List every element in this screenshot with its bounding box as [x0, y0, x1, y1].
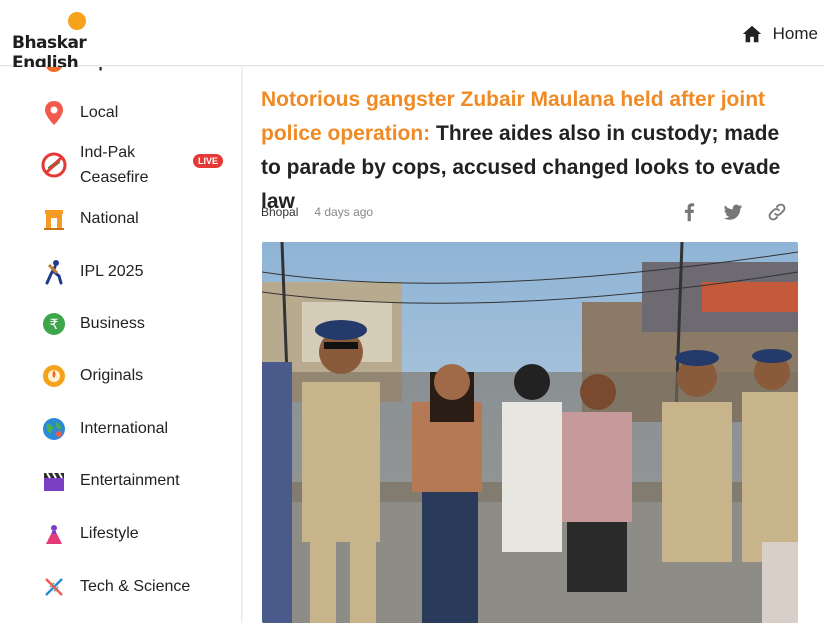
- sidebar-item-label: Tech & Science: [80, 578, 191, 595]
- brand-logo[interactable]: Bhaskar English: [12, 12, 152, 73]
- twitter-icon[interactable]: [722, 201, 744, 223]
- share-bar: [678, 201, 788, 223]
- sidebar-item-business[interactable]: ₹ Business: [40, 310, 230, 338]
- rupee-icon: ₹: [40, 310, 68, 338]
- arrest-photo: [262, 242, 798, 623]
- sidebar-item-label: International: [80, 420, 169, 437]
- sidebar-item-top-news[interactable]: Top News: [40, 67, 230, 77]
- svg-text:₹: ₹: [50, 317, 59, 333]
- label-line-1: Ind-Pak: [80, 144, 136, 161]
- sidebar-item-originals[interactable]: Originals: [40, 362, 230, 390]
- originals-icon: [40, 362, 68, 390]
- facebook-icon[interactable]: [678, 201, 700, 223]
- cricket-player-icon: [40, 258, 68, 286]
- ceasefire-icon: [40, 151, 68, 179]
- sidebar-item-ind-pak-ceasefire[interactable]: Ind-Pak Ceasefire LIVE: [40, 141, 230, 189]
- location-pin-icon: [40, 99, 68, 127]
- home-link[interactable]: Home: [741, 22, 818, 46]
- home-label: Home: [772, 24, 818, 43]
- article-city: Bhopal: [261, 205, 299, 219]
- sidebar-item-national[interactable]: National: [40, 205, 230, 233]
- clapperboard-icon: [40, 467, 68, 495]
- sidebar-item-label: Top News: [80, 67, 154, 75]
- sidebar-item-label: Lifestyle: [80, 525, 139, 542]
- article-headline[interactable]: Notorious gangster Zubair Maulana held a…: [261, 83, 801, 219]
- sidebar-item-international[interactable]: International: [40, 415, 230, 443]
- home-icon: [742, 25, 761, 43]
- top-news-icon: [40, 67, 68, 77]
- sidebar-nav: Top News Local Ind-Pak Ceasefire LIVE Na…: [0, 67, 242, 623]
- sidebar-item-entertainment[interactable]: Entertainment: [40, 467, 230, 495]
- sidebar-item-lifestyle[interactable]: Lifestyle: [40, 520, 230, 548]
- sidebar-item-tech-science[interactable]: Tech & Science: [40, 573, 230, 601]
- dna-icon: [40, 573, 68, 601]
- site-header: Bhaskar English Home: [0, 0, 824, 73]
- sun-logo-icon: [68, 12, 86, 30]
- sidebar-item-label: National: [80, 210, 139, 227]
- sidebar-item-label: Business: [80, 315, 145, 332]
- sidebar-item-label: IPL 2025: [80, 263, 144, 280]
- live-badge: LIVE: [193, 154, 224, 168]
- label-line-2: Ceasefire: [80, 169, 149, 186]
- article-main: Notorious gangster Zubair Maulana held a…: [243, 67, 824, 623]
- globe-icon: [40, 415, 68, 443]
- article-photo[interactable]: [262, 242, 798, 623]
- article-time: 4 days ago: [314, 205, 374, 219]
- sidebar-item-label: Entertainment: [80, 472, 180, 489]
- lifestyle-icon: [40, 520, 68, 548]
- sidebar-item-label: Ind-Pak Ceasefire: [80, 140, 148, 190]
- india-gate-icon: [40, 205, 68, 233]
- sidebar-item-local[interactable]: Local: [40, 99, 230, 127]
- sidebar-item-label: Local: [80, 104, 119, 121]
- sidebar-item-ipl-2025[interactable]: IPL 2025: [40, 258, 230, 286]
- copy-link-icon[interactable]: [766, 201, 788, 223]
- article-meta: Bhopal 4 days ago: [261, 205, 373, 219]
- sidebar-item-label: Originals: [80, 367, 144, 384]
